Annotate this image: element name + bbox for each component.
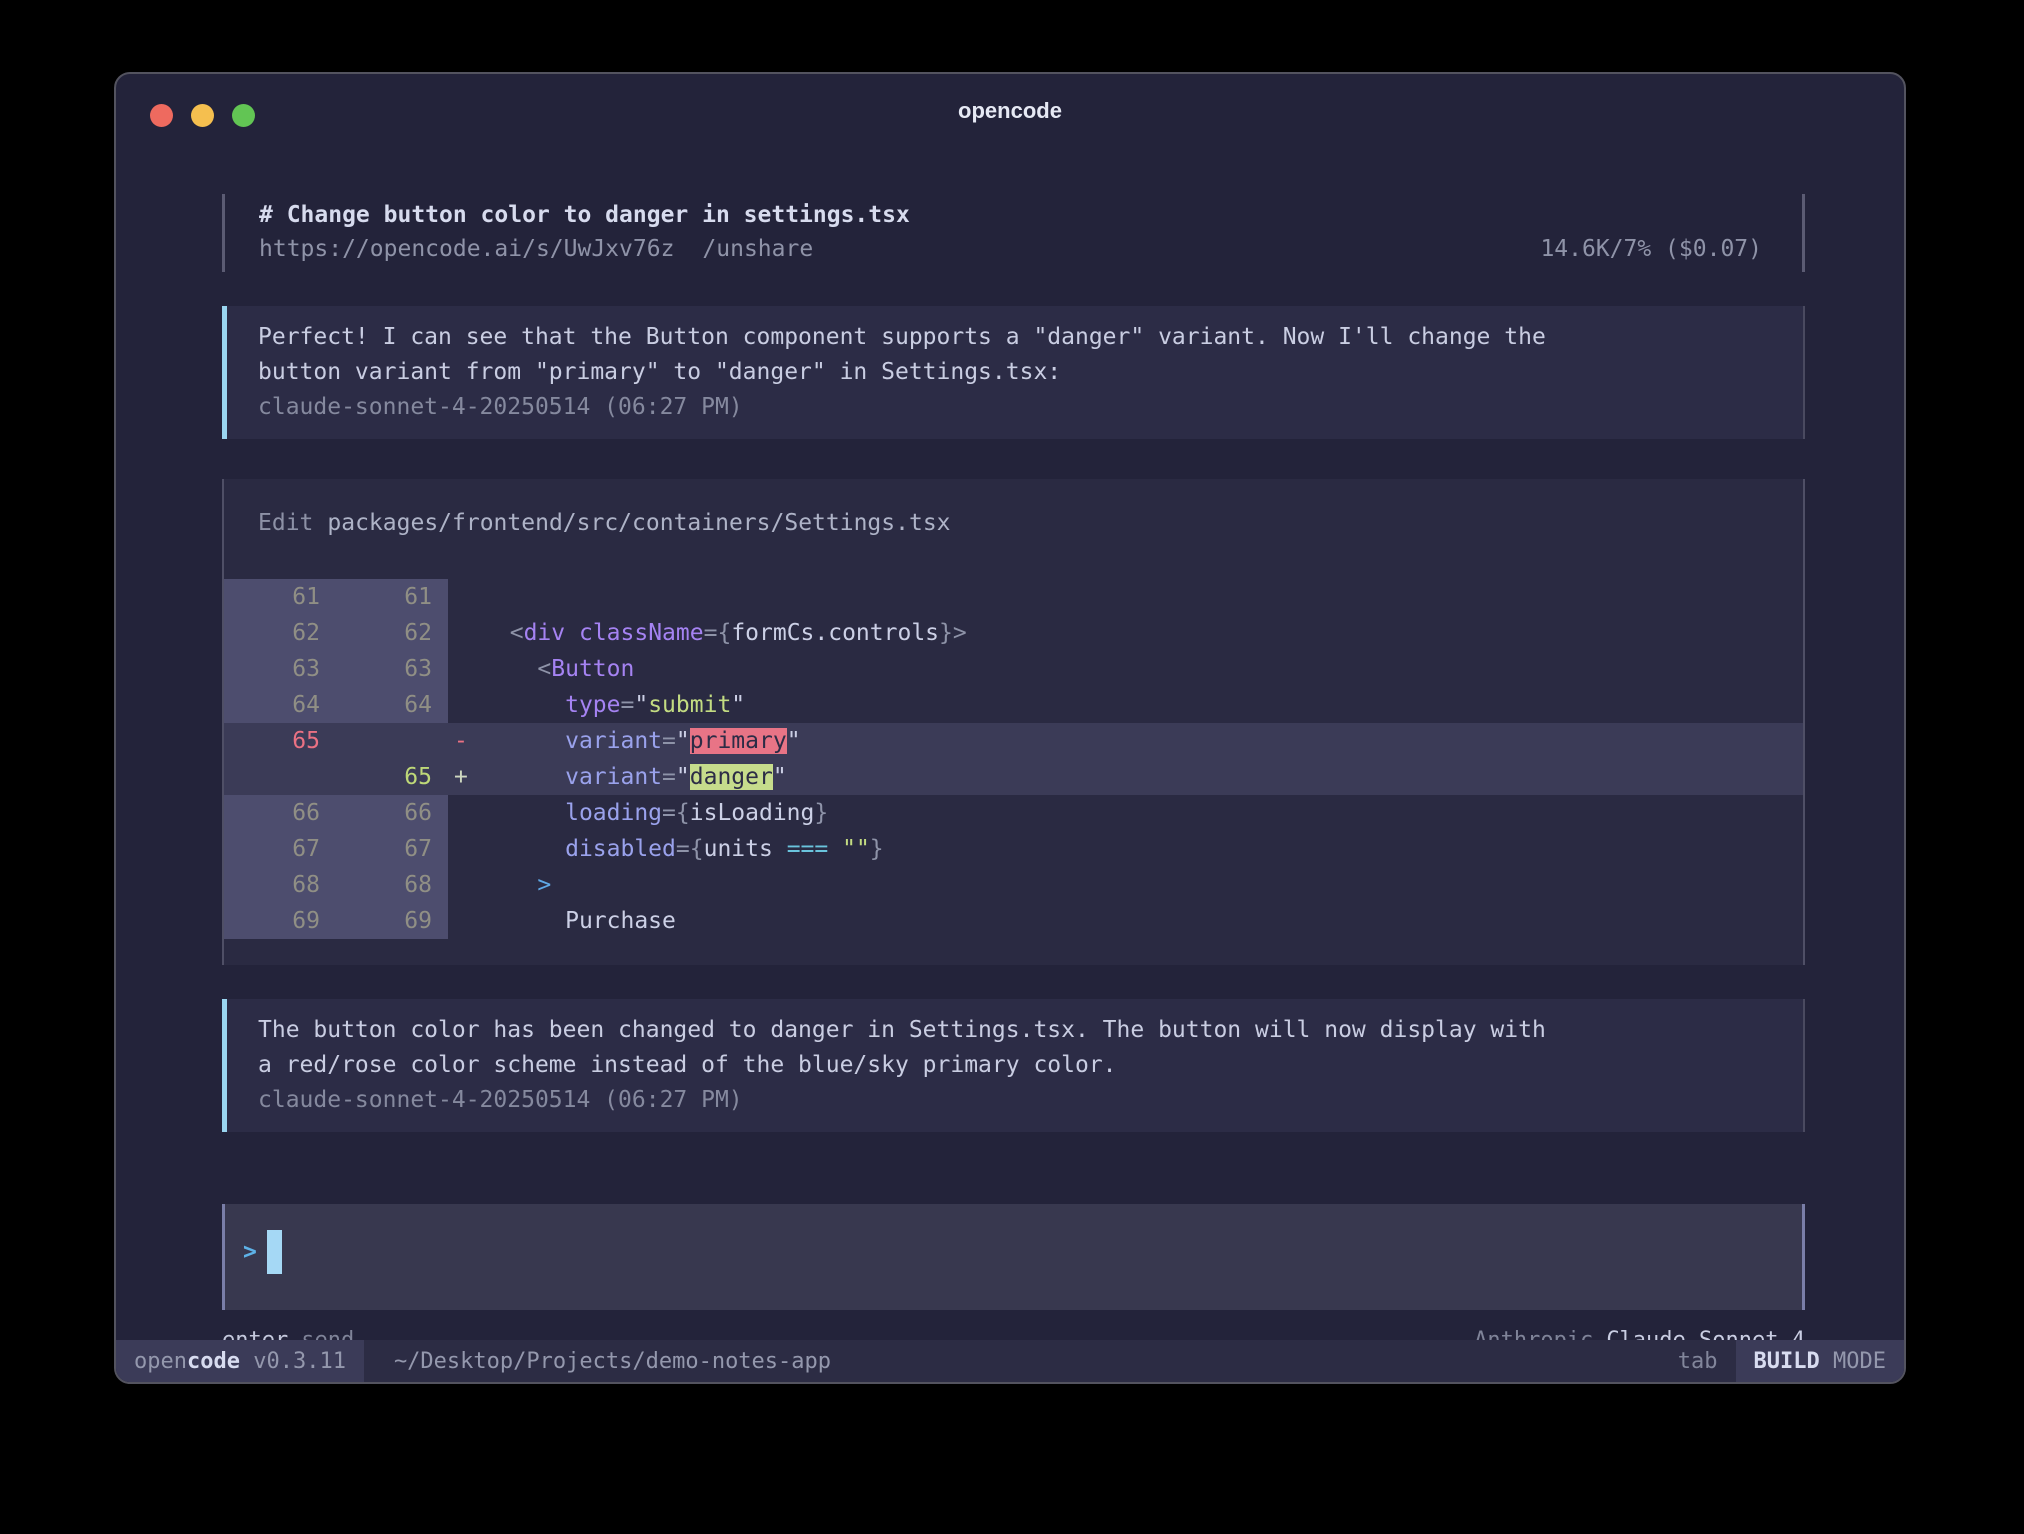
edit-tool-card: Edit packages/frontend/src/containers/Se…	[222, 479, 1805, 965]
message-meta: claude-sonnet-4-20250514 (06:27 PM)	[258, 390, 1763, 425]
diff-row: 6666 loading={isLoading}	[224, 795, 1803, 831]
diff-row: 6969 Purchase	[224, 903, 1803, 939]
share-url[interactable]: https://opencode.ai/s/UwJxv76z	[259, 232, 674, 266]
session-header: # Change button color to danger in setti…	[222, 194, 1805, 272]
diff-row: 6868 >	[224, 867, 1803, 903]
diff-row: 6161	[224, 579, 1803, 615]
diff-row: 6464 type="submit"	[224, 687, 1803, 723]
tab-key-hint: tab	[1678, 1349, 1718, 1374]
tool-label: Edit	[258, 505, 313, 541]
message-text: Perfect! I can see that the Button compo…	[258, 320, 1763, 355]
status-bar: opencode v0.3.11 ~/Desktop/Projects/demo…	[116, 1340, 1904, 1382]
mode-secondary: MODE	[1833, 1349, 1886, 1374]
diff-row: 6363 <Button	[224, 651, 1803, 687]
session-title: # Change button color to danger in setti…	[259, 198, 1762, 232]
message-text: The button color has been changed to dan…	[258, 1013, 1763, 1048]
assistant-message: The button color has been changed to dan…	[222, 999, 1805, 1132]
app-window: opencode # Change button color to danger…	[114, 72, 1906, 1384]
message-meta: claude-sonnet-4-20250514 (06:27 PM)	[258, 1083, 1763, 1118]
diff-row: 65- variant="primary"	[224, 723, 1803, 759]
assistant-message: Perfect! I can see that the Button compo…	[222, 306, 1805, 439]
edited-file-path: packages/frontend/src/containers/Setting…	[327, 505, 950, 541]
unshare-command[interactable]: /unshare	[702, 232, 813, 266]
mode-primary: BUILD	[1754, 1349, 1820, 1374]
token-cost-stats: 14.6K/7% ($0.07)	[1540, 232, 1762, 266]
app-version-chip: opencode v0.3.11	[116, 1340, 364, 1382]
mode-toggle[interactable]: BUILD MODE	[1736, 1340, 1904, 1382]
message-text: a red/rose color scheme instead of the b…	[258, 1048, 1763, 1083]
message-text: button variant from "primary" to "danger…	[258, 355, 1763, 390]
diff-row: 65+ variant="danger"	[224, 759, 1803, 795]
title-bar: opencode	[116, 74, 1904, 144]
diff-row: 6262 <div className={formCs.controls}>	[224, 615, 1803, 651]
prompt-input[interactable]: >	[222, 1204, 1805, 1310]
app-version: v0.3.11	[253, 1349, 346, 1374]
prompt-symbol: >	[243, 1230, 257, 1274]
diff-table: 61616262 <div className={formCs.controls…	[224, 579, 1803, 939]
window-title: opencode	[116, 98, 1904, 124]
working-directory: ~/Desktop/Projects/demo-notes-app	[394, 1349, 831, 1374]
app-name-suffix: code	[187, 1349, 240, 1374]
app-name-prefix: open	[134, 1349, 187, 1374]
diff-row: 6767 disabled={units === ""}	[224, 831, 1803, 867]
text-cursor	[267, 1230, 282, 1274]
